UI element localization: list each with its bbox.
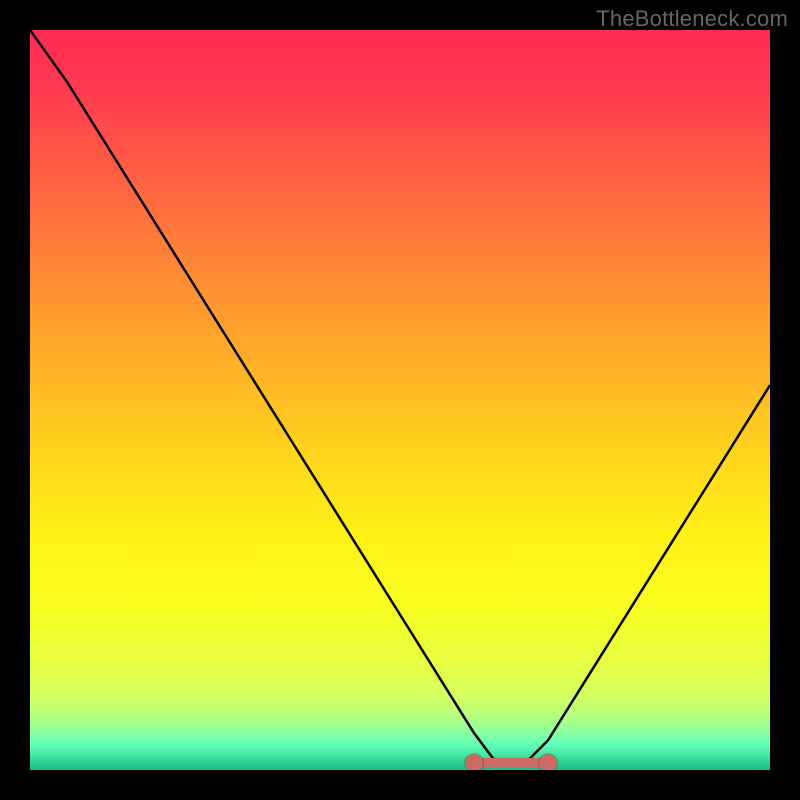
bottleneck-curve	[30, 30, 770, 770]
trough-marker-right	[539, 754, 557, 770]
trough-marker-bar	[474, 758, 548, 768]
chart-frame: TheBottleneck.com	[0, 0, 800, 800]
plot-area	[30, 30, 770, 770]
watermark-text: TheBottleneck.com	[596, 6, 788, 32]
trough-marker-left	[465, 754, 483, 770]
